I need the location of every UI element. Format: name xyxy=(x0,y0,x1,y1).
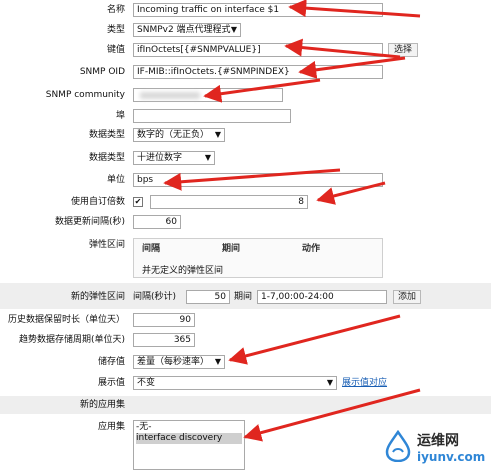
watermark: 运维网 iyunv.com xyxy=(383,426,489,470)
annotation-arrows xyxy=(163,0,421,442)
arrow-to-community xyxy=(203,78,321,103)
arrow-to-units xyxy=(163,168,341,191)
arrow-to-store xyxy=(228,314,401,365)
watermark-brand: 运维网 xyxy=(417,433,459,449)
arrow-to-oid xyxy=(298,56,406,79)
arrow-to-key xyxy=(284,38,401,59)
arrow-to-multiplier xyxy=(316,181,386,205)
arrow-to-name xyxy=(288,0,421,18)
watermark-logo-icon xyxy=(385,430,411,462)
watermark-url: iyunv.com xyxy=(417,450,486,464)
